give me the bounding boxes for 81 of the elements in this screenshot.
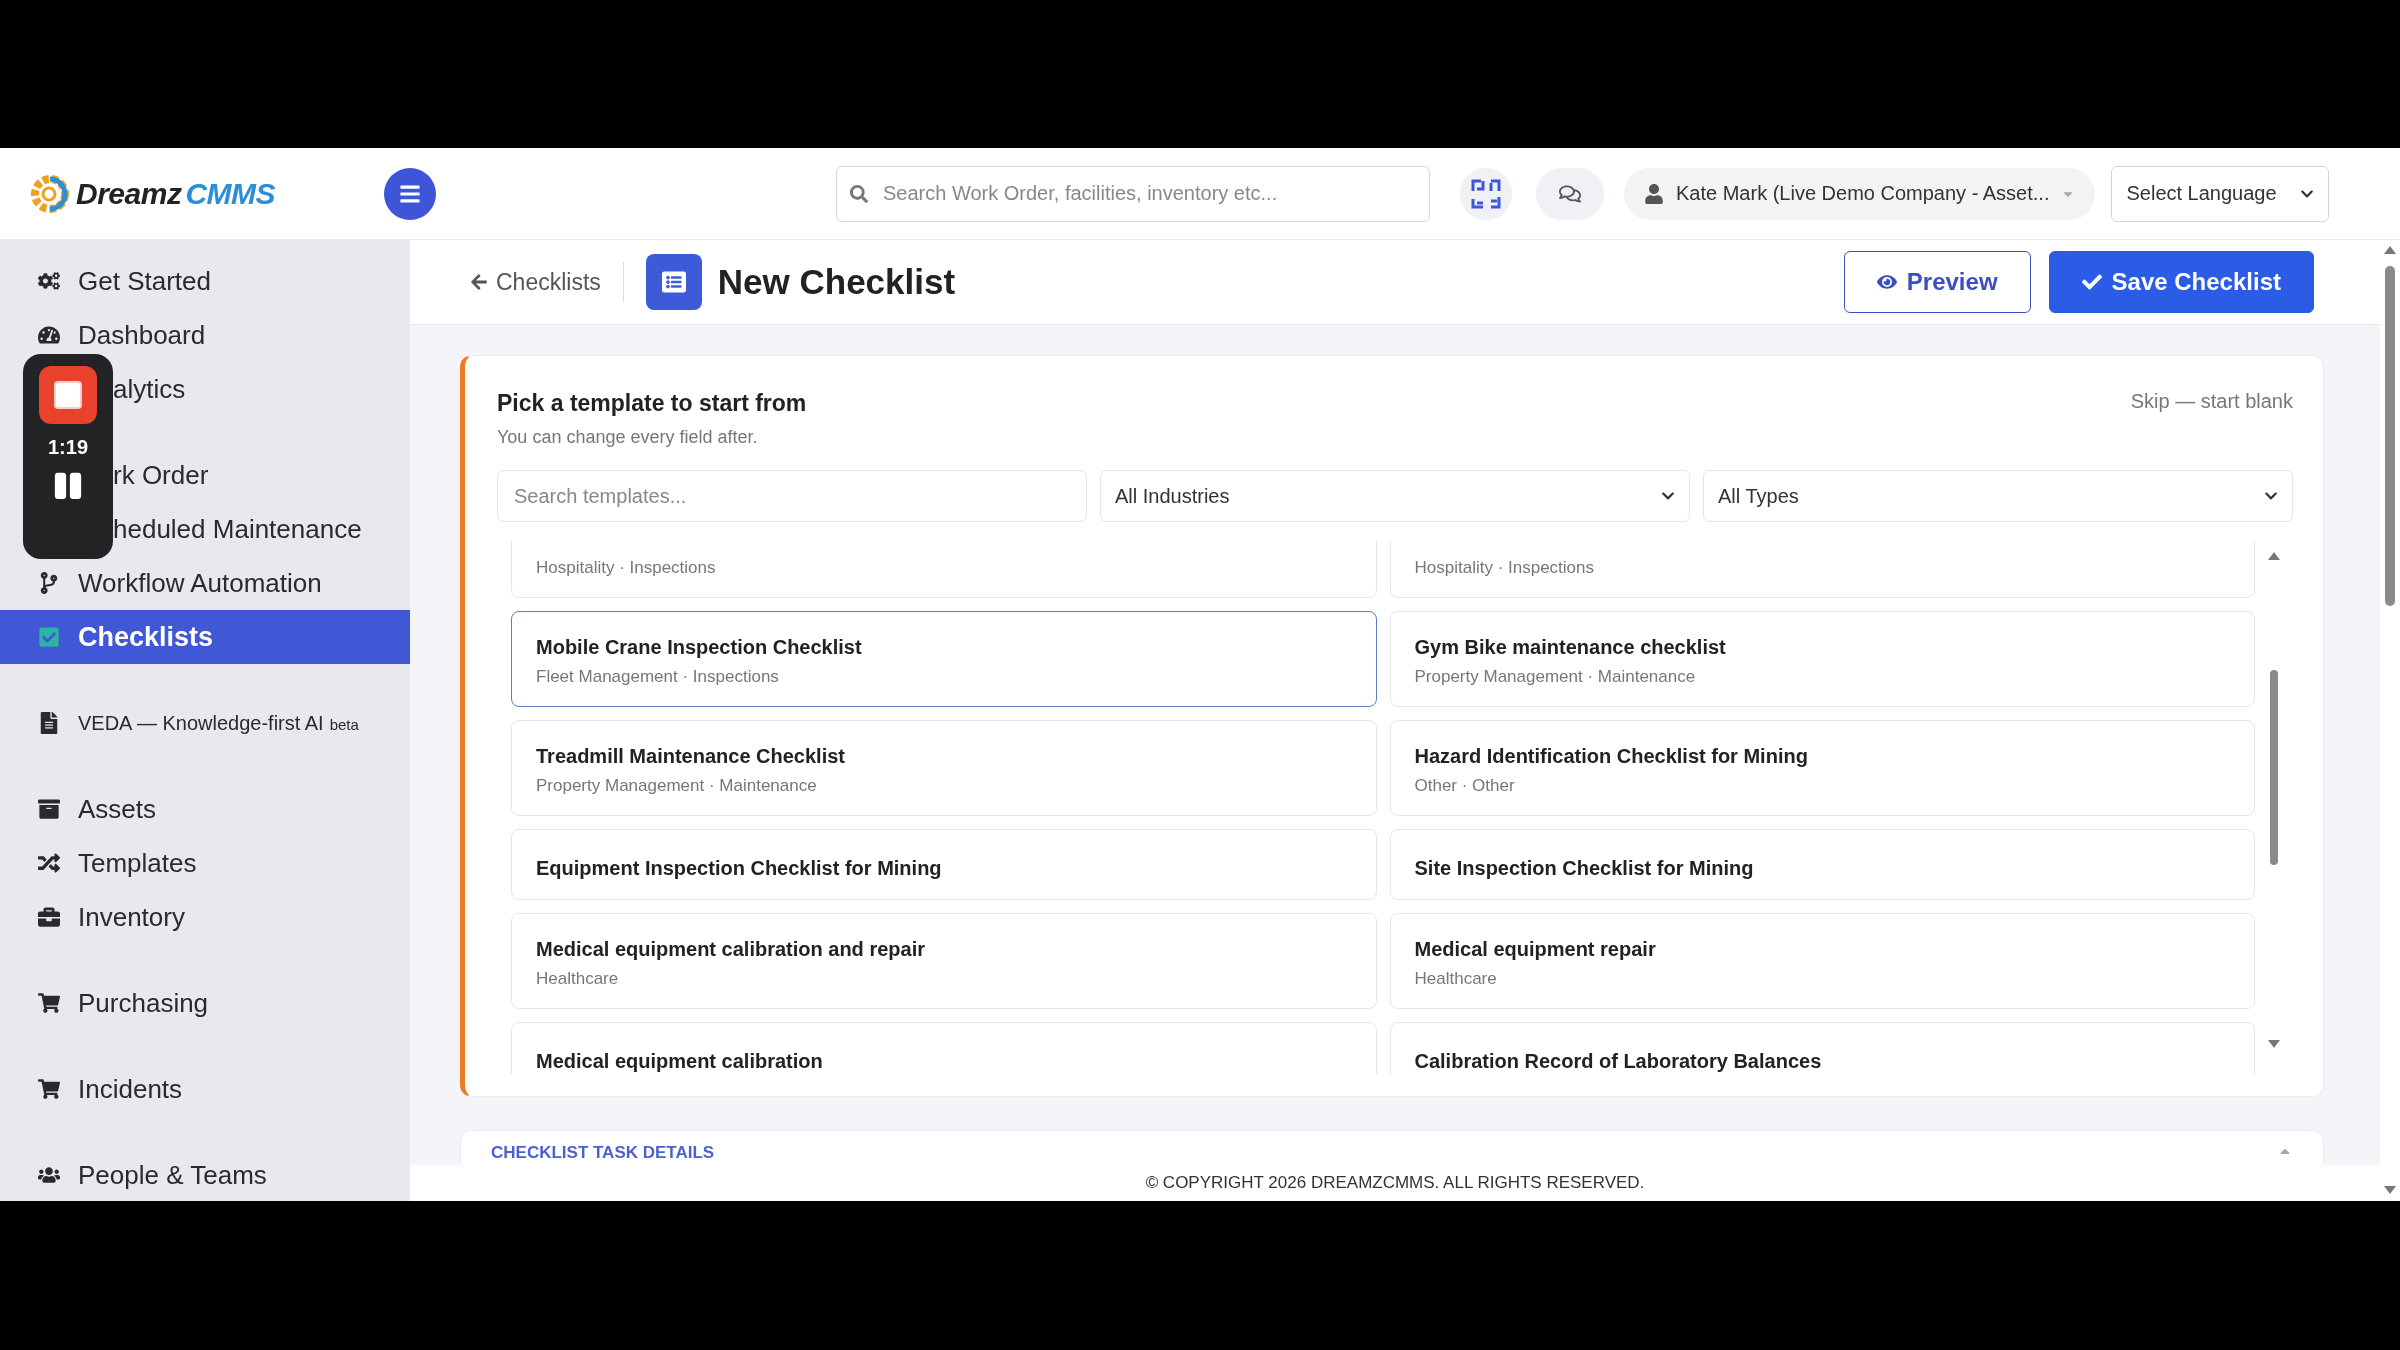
- logo-text: Dreamz: [76, 176, 182, 211]
- template-item[interactable]: Medical equipment calibration: [511, 1022, 1377, 1074]
- sidebar-item[interactable]: People & Teams: [0, 1148, 410, 1201]
- user-menu[interactable]: Kate Mark (Live Demo Company - Asset...: [1624, 167, 2096, 220]
- template-category: Property Management · Maintenance: [536, 776, 818, 796]
- recording-time: 1:19: [48, 436, 88, 459]
- template-title: Mobile Crane Inspection Checklist: [536, 636, 863, 659]
- template-category: Property Management · Maintenance: [1414, 667, 1697, 687]
- section-title: Pick a template to start from: [497, 390, 807, 417]
- preview-button[interactable]: Preview: [1843, 251, 2031, 313]
- sidebar-item[interactable]: Incidents: [0, 1062, 410, 1116]
- save-button[interactable]: Save Checklist: [2048, 251, 2314, 313]
- template-item[interactable]: Treadmill Maintenance Checklist Property Management · Maintenance: [511, 720, 1377, 816]
- filter-select[interactable]: All Industries: [1100, 470, 1690, 522]
- template-item[interactable]: Hospitality · Inspections: [511, 540, 1377, 598]
- template-category: Healthcare: [1414, 969, 1498, 989]
- sidebar-icon: [38, 712, 60, 734]
- back-link[interactable]: Checklists: [470, 262, 624, 302]
- template-item[interactable]: Medical equipment repair Healthcare: [1389, 913, 2255, 1009]
- template-title: Gym Bike maintenance checklist: [1414, 636, 1727, 659]
- section-subtitle: You can change every field after.: [497, 427, 759, 448]
- sidebar-item[interactable]: Workflow Automation: [0, 556, 410, 610]
- template-category: Other · Other: [1414, 776, 1516, 796]
- template-category: Fleet Management · Inspections: [536, 667, 780, 687]
- page-title: New Checklist: [717, 262, 957, 302]
- sidebar-icon: [38, 270, 60, 292]
- menu-button[interactable]: [384, 167, 436, 220]
- sidebar-item[interactable]: Checklists: [0, 610, 410, 664]
- sidebar-item[interactable]: alytics: [0, 362, 410, 416]
- sidebar-item[interactable]: Inventory: [0, 890, 410, 944]
- footer-text: © COPYRIGHT 2026 DREAMZCMMS. ALL RIGHTS RESERVED.: [410, 1165, 2380, 1201]
- sidebar-item[interactable]: Assets: [0, 782, 410, 836]
- sidebar-item[interactable]: Dashboard: [0, 308, 410, 362]
- back-arrow-icon: [470, 273, 488, 291]
- sidebar-icon: [38, 798, 60, 820]
- template-title: Treadmill Maintenance Checklist: [536, 745, 846, 768]
- sidebar-item[interactable]: VEDA — Knowledge-first AI beta: [0, 696, 410, 750]
- sidebar-icon: [38, 626, 60, 648]
- section-title: CHECKLIST TASK DETAILS: [491, 1143, 715, 1164]
- logo-text: CMMS: [185, 176, 276, 211]
- sidebar-icon: [38, 572, 60, 594]
- sidebar-icon: [38, 1078, 60, 1100]
- user-icon: [1644, 183, 1664, 204]
- template-title: Medical equipment repair: [1414, 938, 1657, 961]
- sidebar-item[interactable]: Templates: [0, 836, 410, 890]
- skip-link[interactable]: Skip — start blank: [2130, 390, 2293, 413]
- sidebar-item[interactable]: Purchasing: [0, 976, 410, 1030]
- template-item[interactable]: Medical equipment calibration and repair Healthcare: [511, 913, 1377, 1009]
- language-select[interactable]: Select Language: [2111, 165, 2330, 222]
- template-category: Hospitality · Inspections: [536, 558, 717, 578]
- filter-select[interactable]: All Types: [1703, 470, 2293, 522]
- sidebar-icon: [38, 906, 60, 928]
- template-item[interactable]: Site Inspection Checklist for Mining: [1389, 829, 2255, 900]
- pause-button[interactable]: [53, 471, 83, 501]
- template-category: Hospitality · Inspections: [1414, 558, 1596, 578]
- template-title: Medical equipment calibration: [536, 1050, 824, 1073]
- sidebar-icon: [38, 992, 60, 1014]
- stop-button[interactable]: [39, 366, 97, 424]
- template-item[interactable]: Gym Bike maintenance checklist Property Management · Maintenance: [1389, 611, 2255, 707]
- template-title: Hazard Identification Checklist for Mining: [1414, 745, 1809, 768]
- template-item[interactable]: Calibration Record of Laboratory Balances: [1389, 1022, 2255, 1074]
- eye-icon: [1876, 272, 1897, 292]
- template-title: Site Inspection Checklist for Mining: [1414, 857, 1755, 880]
- template-title: Medical equipment calibration and repair: [536, 938, 926, 961]
- sidebar-icon: [38, 852, 60, 874]
- check-icon: [2081, 272, 2102, 292]
- template-item[interactable]: Hospitality · Inspections: [1389, 540, 2255, 598]
- search-icon: [850, 184, 868, 203]
- sidebar-item[interactable]: heduled Maintenance: [0, 502, 410, 556]
- sidebar-icon: [38, 324, 60, 346]
- template-item[interactable]: Equipment Inspection Checklist for Mining: [511, 829, 1377, 900]
- template-title: Equipment Inspection Checklist for Mining: [536, 857, 943, 880]
- template-item[interactable]: Mobile Crane Inspection Checklist Fleet Management · Inspections: [511, 611, 1377, 707]
- search-field[interactable]: Search Work Order, facilities, inventory etc...: [836, 165, 1430, 222]
- checklist-icon: [645, 254, 702, 310]
- template-category: Healthcare: [536, 969, 620, 989]
- template-item[interactable]: Hazard Identification Checklist for Mining Other · Other: [1389, 720, 2255, 816]
- sidebar-item[interactable]: Get Started: [0, 254, 410, 308]
- template-title: Calibration Record of Laboratory Balances: [1414, 1050, 1823, 1073]
- template-search-field[interactable]: Search templates...: [497, 470, 1087, 522]
- sidebar-icon: [38, 1164, 60, 1186]
